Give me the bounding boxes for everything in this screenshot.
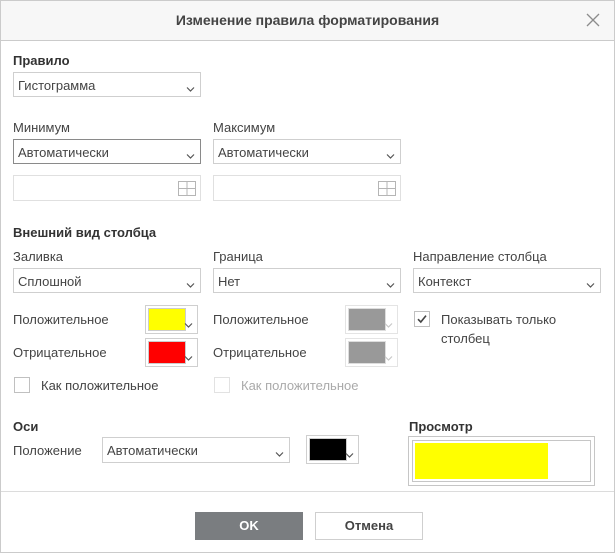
chevron-down-icon [186, 277, 195, 292]
chevron-down-icon [186, 148, 195, 163]
cancel-button[interactable]: Отмена [315, 512, 423, 540]
footer-divider [1, 491, 614, 492]
range-grid-icon[interactable] [178, 181, 196, 199]
border-negative-swatch [348, 341, 386, 364]
preview-frame [412, 440, 591, 482]
border-positive-swatch [348, 308, 386, 331]
min-label: Минимум [13, 120, 70, 135]
border-negative-label: Отрицательное [213, 345, 307, 360]
axis-section-label: Оси [13, 419, 39, 434]
direction-select[interactable]: Контекст [413, 268, 601, 293]
direction-label: Направление столбца [413, 249, 547, 264]
min-value-input[interactable] [13, 175, 201, 201]
fill-positive-swatch [148, 308, 186, 331]
axis-color-swatch [309, 438, 347, 461]
border-label: Граница [213, 249, 263, 264]
max-type-select[interactable]: Автоматически [213, 139, 401, 164]
chevron-down-icon [384, 317, 393, 332]
min-type-value: Автоматически [18, 145, 109, 160]
chevron-down-icon [386, 277, 395, 292]
fill-positive-label: Положительное [13, 312, 109, 327]
border-positive-label: Положительное [213, 312, 309, 327]
chevron-down-icon [184, 350, 193, 365]
max-type-value: Автоматически [218, 145, 309, 160]
axis-position-value: Автоматически [107, 443, 198, 458]
fill-positive-color-picker[interactable] [145, 305, 198, 334]
format-rule-dialog: Изменение правила форматирования Правило… [0, 0, 615, 553]
border-positive-color-picker[interactable] [345, 305, 398, 334]
border-negative-color-picker[interactable] [345, 338, 398, 367]
max-value-input[interactable] [213, 175, 401, 201]
preview-section-label: Просмотр [409, 419, 473, 434]
show-bar-only-checkbox[interactable] [414, 311, 430, 327]
rule-section-label: Правило [13, 53, 70, 68]
chevron-down-icon [386, 148, 395, 163]
border-same-as-positive-label: Как положительное [241, 378, 359, 393]
fill-type-select[interactable]: Сплошной [13, 268, 201, 293]
chevron-down-icon [384, 350, 393, 365]
preview-bar [415, 443, 548, 479]
rule-type-value: Гистограмма [18, 78, 96, 93]
fill-same-as-positive-label: Как положительное [41, 378, 159, 393]
chevron-down-icon [275, 446, 284, 461]
fill-negative-swatch [148, 341, 186, 364]
border-type-select[interactable]: Нет [213, 268, 401, 293]
fill-label: Заливка [13, 249, 64, 264]
chevron-down-icon [184, 317, 193, 332]
axis-position-select[interactable]: Автоматически [102, 437, 290, 463]
close-icon[interactable] [584, 11, 602, 29]
appearance-section-label: Внешний вид столбца [13, 225, 157, 240]
range-grid-icon[interactable] [378, 181, 396, 199]
fill-same-as-positive-checkbox[interactable] [14, 377, 30, 393]
dialog-titlebar: Изменение правила форматирования [1, 1, 614, 41]
chevron-down-icon [186, 81, 195, 96]
fill-negative-color-picker[interactable] [145, 338, 198, 367]
axis-color-picker[interactable] [306, 435, 359, 464]
border-type-value: Нет [218, 274, 241, 289]
show-bar-only-label-line2: столбец [441, 331, 490, 346]
border-same-as-positive-checkbox[interactable] [214, 377, 230, 393]
preview-box [408, 436, 595, 486]
direction-value: Контекст [418, 274, 472, 289]
max-label: Максимум [213, 120, 276, 135]
fill-negative-label: Отрицательное [13, 345, 107, 360]
axis-position-label: Положение [13, 443, 82, 458]
chevron-down-icon [345, 447, 354, 462]
checkmark-icon [417, 315, 427, 324]
ok-button[interactable]: OK [195, 512, 303, 540]
show-bar-only-label-line1: Показывать только [441, 312, 557, 327]
dialog-title: Изменение правила форматирования [175, 12, 440, 28]
min-type-select[interactable]: Автоматически [13, 139, 201, 164]
fill-type-value: Сплошной [18, 274, 82, 289]
chevron-down-icon [586, 277, 595, 292]
rule-type-select[interactable]: Гистограмма [13, 72, 201, 97]
